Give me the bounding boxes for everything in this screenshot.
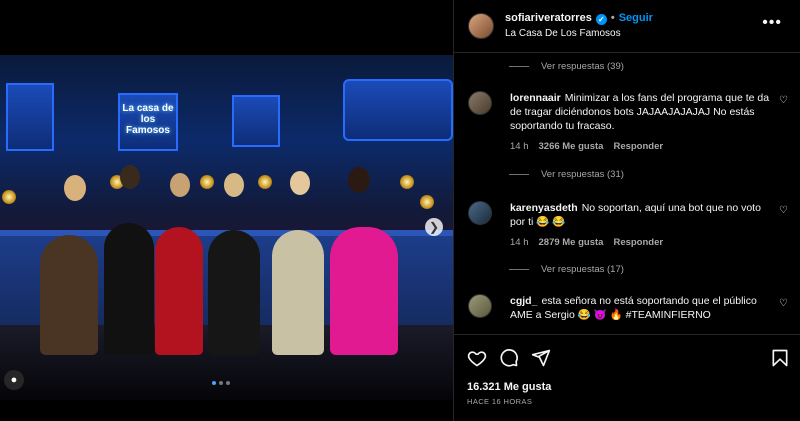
- stage-screen: [6, 83, 54, 151]
- likes-count[interactable]: 16.321 Me gusta: [467, 381, 551, 393]
- person-head: [64, 175, 86, 201]
- post-actions: 16.321 Me gusta HACE 16 HORAS: [454, 334, 800, 421]
- comment-likes[interactable]: 2879 Me gusta: [539, 237, 604, 248]
- comment-meta: 14 h 3266 Me gusta Responder: [510, 141, 663, 152]
- view-replies-button[interactable]: Ver respuestas (17): [509, 264, 624, 275]
- post-media-area: La casa de los Famosos ❯ ●: [0, 0, 453, 421]
- person: [40, 235, 98, 355]
- post-location[interactable]: La Casa De Los Famosos: [505, 28, 621, 39]
- comment-likes[interactable]: 3266 Me gusta: [539, 141, 604, 152]
- stage-light: [200, 175, 214, 189]
- carousel-indicator: [212, 381, 230, 385]
- author-line: sofiariveratorres ✓ • Seguir: [505, 12, 653, 25]
- comment-time[interactable]: 14 h: [510, 141, 529, 152]
- reply-button[interactable]: Responder: [613, 237, 663, 248]
- replies-line: [509, 174, 529, 175]
- carousel-next-button[interactable]: ❯: [425, 218, 443, 236]
- stage-light: [420, 195, 434, 209]
- separator-dot: •: [610, 12, 615, 24]
- carousel-dot: [212, 381, 216, 385]
- comment-body: lorennaair Minimizar a los fans del progr…: [510, 91, 770, 133]
- comment: lorennaair Minimizar a los fans del progr…: [468, 91, 788, 161]
- follow-button[interactable]: Seguir: [619, 12, 653, 24]
- comment: karenyasdeth No soportan, aquí una bot qu…: [468, 201, 788, 257]
- comment: cgjd_ esta señora no está soportando que …: [468, 294, 788, 334]
- person: [208, 230, 260, 355]
- author-avatar[interactable]: [468, 13, 494, 39]
- commenter-avatar[interactable]: [468, 201, 492, 225]
- comment-username[interactable]: cgjd_: [510, 295, 537, 307]
- comment-body: cgjd_ esta señora no está soportando que …: [510, 294, 770, 322]
- comments-list: Ver respuestas (39) lorennaair Minimizar …: [454, 53, 800, 334]
- comment-body: karenyasdeth No soportan, aquí una bot qu…: [510, 201, 770, 229]
- bookmark-icon[interactable]: [770, 348, 790, 368]
- stage-screen: [232, 95, 280, 147]
- comment-like-heart-icon[interactable]: ♡: [779, 298, 788, 309]
- post-details-panel: sofiariveratorres ✓ • Seguir La Casa De Los…: [453, 0, 800, 421]
- stage-screen: [343, 79, 453, 141]
- view-replies-label: Ver respuestas (31): [541, 169, 624, 180]
- stage-light: [2, 190, 16, 204]
- view-replies-button[interactable]: Ver respuestas (39): [509, 61, 624, 72]
- person: [330, 227, 398, 355]
- author-username[interactable]: sofiariveratorres: [505, 12, 592, 24]
- show-logo: La casa de los Famosos: [122, 103, 174, 136]
- comment-like-heart-icon[interactable]: ♡: [779, 205, 788, 216]
- commenter-avatar[interactable]: [468, 294, 492, 318]
- view-replies-button[interactable]: Ver respuestas (31): [509, 169, 624, 180]
- replies-line: [509, 66, 529, 67]
- post-header: sofiariveratorres ✓ • Seguir La Casa De Los…: [454, 0, 800, 53]
- person-head: [120, 165, 140, 189]
- comment-time[interactable]: 14 h: [510, 237, 529, 248]
- person: [104, 223, 154, 355]
- carousel-dot: [219, 381, 223, 385]
- replies-line: [509, 269, 529, 270]
- verified-badge-icon: ✓: [595, 14, 607, 25]
- view-replies-label: Ver respuestas (39): [541, 61, 624, 72]
- person: [155, 227, 203, 355]
- more-options-icon[interactable]: •••: [762, 14, 782, 32]
- comment-text: esta señora no está soportando que el pú…: [510, 295, 757, 321]
- comment-meta: 14 h 2879 Me gusta Responder: [510, 237, 663, 248]
- person-head: [290, 171, 310, 195]
- view-replies-label: Ver respuestas (17): [541, 264, 624, 275]
- reply-button[interactable]: Responder: [613, 141, 663, 152]
- commenter-avatar[interactable]: [468, 91, 492, 115]
- post-image[interactable]: La casa de los Famosos ❯: [0, 55, 453, 400]
- person-head: [224, 173, 244, 197]
- comment-username[interactable]: karenyasdeth: [510, 202, 578, 214]
- comment-icon[interactable]: [499, 348, 519, 368]
- comment-like-heart-icon[interactable]: ♡: [779, 95, 788, 106]
- stage-light: [400, 175, 414, 189]
- carousel-dot: [226, 381, 230, 385]
- post-timestamp: HACE 16 HORAS: [467, 397, 533, 406]
- person: [272, 230, 324, 355]
- heart-icon[interactable]: [467, 348, 487, 368]
- person-head: [348, 167, 370, 193]
- comment-username[interactable]: lorennaair: [510, 92, 561, 104]
- tagged-users-icon[interactable]: ●: [4, 370, 24, 390]
- share-icon[interactable]: [531, 348, 551, 368]
- stage-light: [258, 175, 272, 189]
- person-head: [170, 173, 190, 197]
